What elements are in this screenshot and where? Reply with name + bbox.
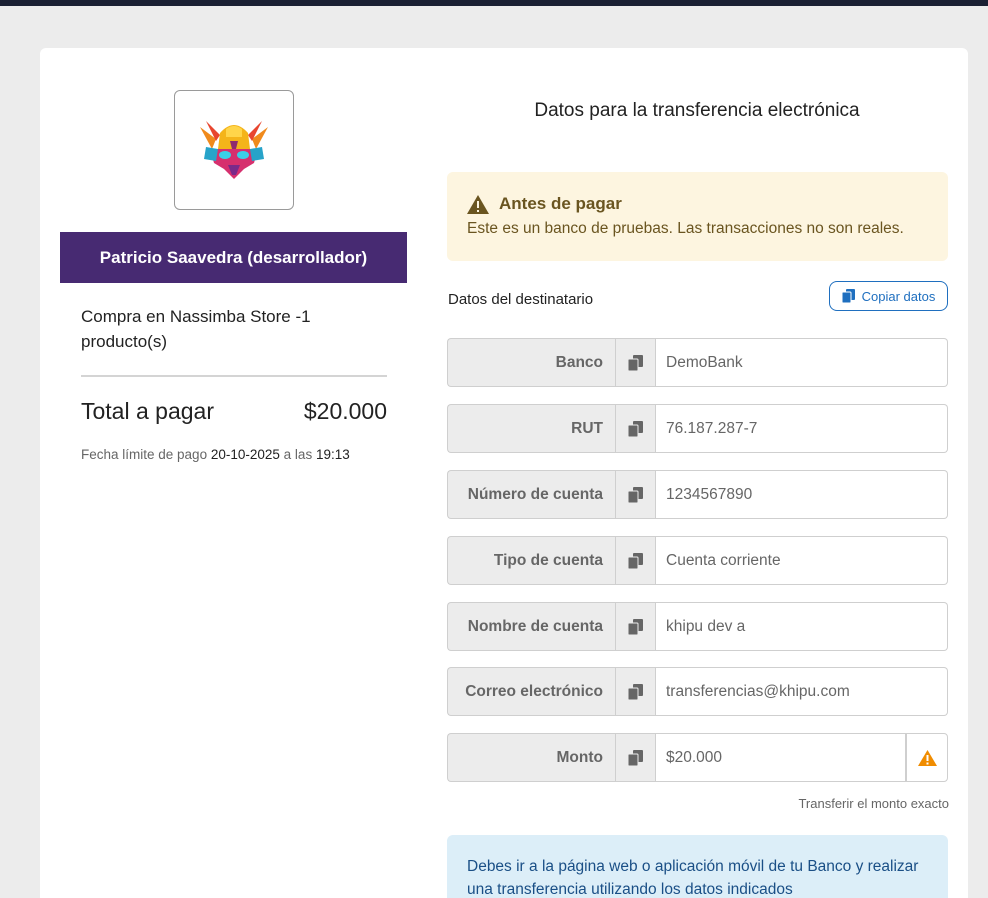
field-label: Monto [447,733,615,782]
copy-icon [627,683,643,700]
transfer-title: Datos para la transferencia electrónica [534,100,860,121]
top-bar [0,0,988,6]
field-value[interactable]: Cuenta corriente [656,536,948,585]
copy-field-button[interactable] [615,404,656,453]
merchant-name-bar: Patricio Saavedra (desarrollador) [60,232,407,283]
warning-alert: Antes de pagar Este es un banco de prueb… [447,172,948,261]
copy-data-button[interactable]: Copiar datos [829,281,948,311]
copy-icon [627,749,643,766]
field-label: Número de cuenta [447,470,615,519]
total-value: $20.000 [303,398,387,424]
info-alert: Debes ir a la página web o aplicación mó… [447,835,948,898]
field-value[interactable]: DemoBank [656,338,948,387]
copy-field-button[interactable] [615,667,656,716]
field-label: Tipo de cuenta [447,536,615,585]
copy-icon [627,486,643,503]
copy-data-label: Copiar datos [861,288,936,304]
copy-field-button[interactable] [615,733,656,782]
field-label: Banco [447,338,615,387]
deadline-date: 20-10-2025 [210,447,280,462]
field-label: Nombre de cuenta [447,602,615,651]
field-value[interactable]: $20.000 [656,733,906,782]
warning-title: Antes de pagar [499,194,622,213]
payment-card: Patricio Saavedra (desarrollador) Compra… [40,48,968,898]
copy-icon [627,420,643,437]
copy-field-button[interactable] [615,470,656,519]
field-value[interactable]: transferencias@khipu.com [656,667,948,716]
divider [81,375,387,377]
deadline-mid: a las [283,447,313,462]
copy-icon [627,354,643,371]
field-row-banco: Banco DemoBank [447,338,948,387]
field-value[interactable]: khipu dev a [656,602,948,651]
merchant-logo [174,90,294,210]
copy-icon [627,552,643,569]
field-row-numero-cuenta: Número de cuenta 1234567890 [447,470,948,519]
total-label: Total a pagar [81,398,214,424]
field-row-monto: Monto $20.000 [447,733,948,782]
deadline-time: 19:13 [315,447,350,462]
copy-icon [841,289,855,303]
payment-deadline: Fecha límite de pago 20-10-2025 a las 19… [81,447,350,462]
warning-triangle-icon [467,194,489,214]
deadline-prefix: Fecha límite de pago [81,447,208,462]
field-value[interactable]: 76.187.287-7 [656,404,948,453]
field-label: RUT [447,404,615,453]
copy-field-button[interactable] [615,602,656,651]
recipient-label: Datos del destinatario [448,291,594,308]
warning-heading: Antes de pagar [467,194,622,214]
field-row-nombre-cuenta: Nombre de cuenta khipu dev a [447,602,948,651]
warning-text: Este es un banco de pruebas. Las transac… [467,220,904,237]
field-row-correo: Correo electrónico transferencias@khipu.… [447,667,948,716]
mask-logo-icon [200,121,268,179]
field-row-tipo-cuenta: Tipo de cuenta Cuenta corriente [447,536,948,585]
purchase-description: Compra en Nassimba Store -1 producto(s) [81,307,311,351]
field-row-rut: RUT 76.187.287-7 [447,404,948,453]
copy-field-button[interactable] [615,536,656,585]
field-label: Correo electrónico [447,667,615,716]
copy-icon [627,618,643,635]
field-value[interactable]: 1234567890 [656,470,948,519]
amount-warning[interactable] [906,733,948,782]
exact-amount-note: Transferir el monto exacto [798,796,949,811]
warning-triangle-icon [917,749,937,766]
copy-field-button[interactable] [615,338,656,387]
